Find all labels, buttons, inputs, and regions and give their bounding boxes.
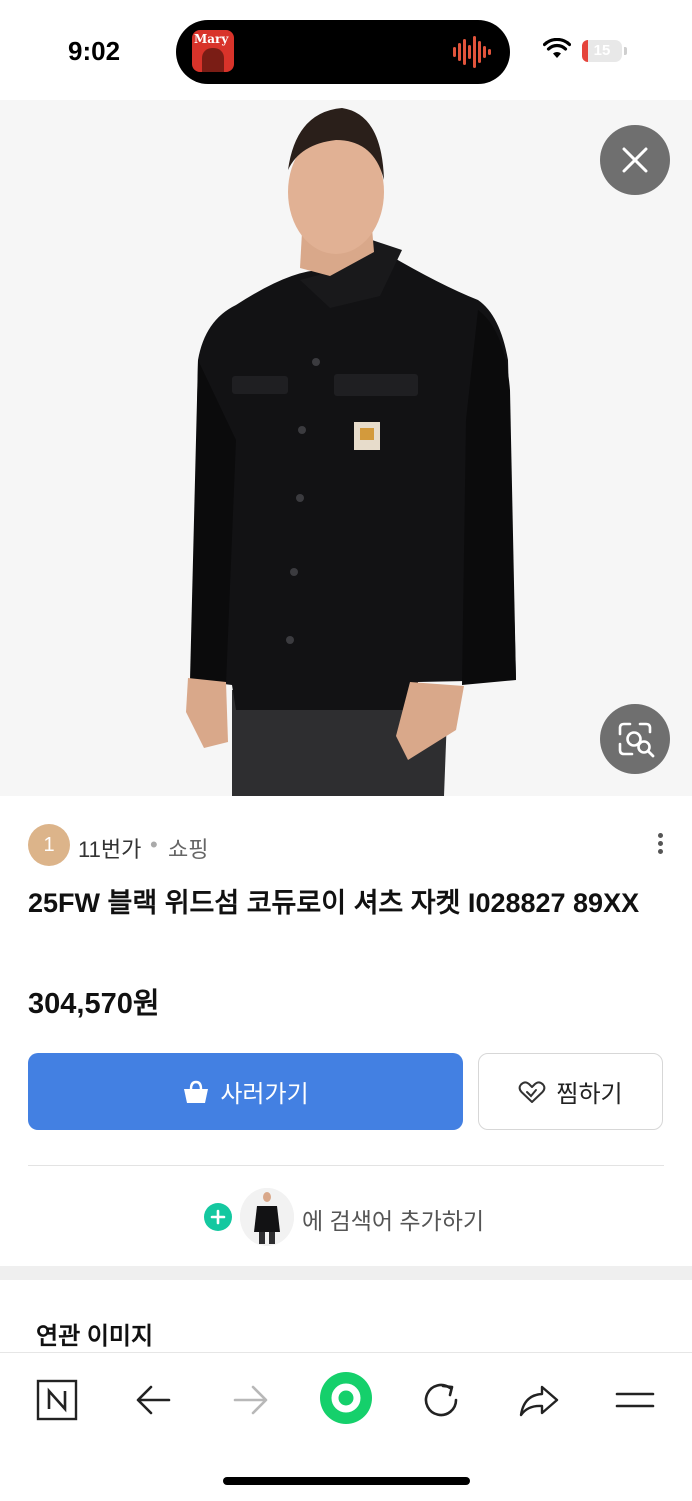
waveform-icon xyxy=(453,36,491,68)
album-art-text: Mary xyxy=(194,32,229,46)
source-name[interactable]: 11번가 xyxy=(78,832,141,864)
share-icon[interactable] xyxy=(514,1375,564,1425)
source-row[interactable]: 1 11번가 • 쇼핑 xyxy=(28,824,668,866)
more-options-icon[interactable] xyxy=(654,830,666,860)
save-button[interactable]: 찜하기 xyxy=(478,1053,663,1130)
source-badge: 1 xyxy=(28,824,70,866)
product-thumbnail xyxy=(240,1188,294,1246)
product-image[interactable] xyxy=(0,100,692,796)
wifi-icon xyxy=(543,38,571,58)
save-button-label: 찜하기 xyxy=(556,1081,623,1108)
battery-cap xyxy=(624,47,627,55)
buy-button[interactable]: 사러가기 xyxy=(28,1053,463,1130)
status-bar: 9:02 Mary 15 xyxy=(0,0,692,100)
divider xyxy=(28,1165,664,1166)
image-search-button[interactable] xyxy=(600,704,670,774)
source-separator: • xyxy=(150,832,158,857)
add-keyword-label: 에 검색어 추가하기 xyxy=(302,1208,485,1234)
naver-home-icon[interactable] xyxy=(32,1375,82,1425)
home-indicator[interactable] xyxy=(223,1477,470,1485)
buy-button-label: 사러가기 xyxy=(220,1081,309,1108)
plus-icon xyxy=(204,1203,232,1231)
menu-icon[interactable] xyxy=(610,1375,660,1425)
source-category: 쇼핑 xyxy=(168,837,209,862)
close-button[interactable] xyxy=(600,125,670,195)
product-price: 304,570원 xyxy=(28,988,160,1020)
shopping-bag-icon xyxy=(184,1080,209,1103)
now-playing-album-art[interactable]: Mary xyxy=(192,30,234,72)
add-search-keyword[interactable]: 에 검색어 추가하기 xyxy=(200,1188,520,1246)
section-divider xyxy=(0,1266,692,1280)
heart-icon xyxy=(519,1080,546,1103)
dynamic-island[interactable]: Mary xyxy=(176,20,510,84)
related-images-title: 연관 이미지 xyxy=(36,1323,154,1350)
refresh-icon[interactable] xyxy=(416,1375,466,1425)
forward-arrow-icon[interactable] xyxy=(225,1375,275,1425)
back-arrow-icon[interactable] xyxy=(129,1375,179,1425)
battery-icon: 15 xyxy=(582,40,622,62)
product-title[interactable]: 25FW 블랙 위드섬 코듀로이 셔츠 자켓 I028827 89XX xyxy=(28,882,664,925)
product-photo xyxy=(0,100,692,796)
image-search-icon xyxy=(618,722,655,758)
status-time: 9:02 xyxy=(68,36,121,66)
close-icon xyxy=(622,147,648,173)
green-dot-icon[interactable] xyxy=(319,1371,373,1425)
battery-level: 15 xyxy=(593,42,611,59)
